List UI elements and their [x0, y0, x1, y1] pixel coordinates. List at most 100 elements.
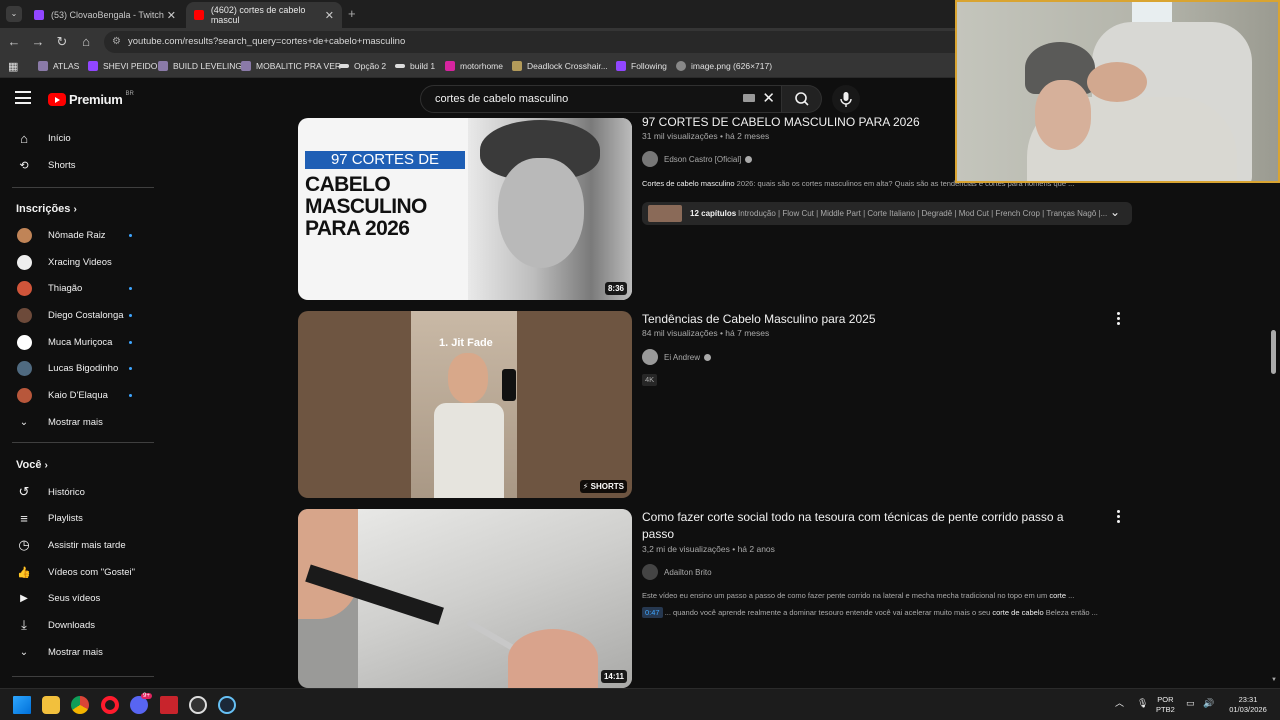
video-icon: ▶: [20, 592, 28, 604]
clock-icon: ◷: [18, 537, 30, 552]
video-title[interactable]: Como fazer corte social todo na tesoura …: [642, 509, 1092, 543]
subscriptions-heading[interactable]: Inscrições ›: [16, 203, 77, 215]
tab-search-button[interactable]: ⌄: [6, 6, 22, 22]
bookmark-shevi[interactable]: SHEVI PEIDO: [88, 61, 157, 71]
new-tab-button[interactable]: +: [348, 6, 356, 21]
tab-twitch[interactable]: (53) ClovaoBengala - Twitch ✕: [26, 2, 184, 28]
bookmark-deadlock[interactable]: Deadlock Crosshair...: [512, 61, 608, 71]
obs-icon[interactable]: [189, 696, 207, 714]
channel-link[interactable]: Edson Castro [Oficial]: [642, 151, 753, 167]
search-button[interactable]: [782, 85, 822, 113]
search-icon: [795, 92, 809, 106]
quality-badge: 4K: [642, 374, 658, 386]
keyboard-icon[interactable]: [743, 94, 755, 102]
network-icon[interactable]: ▭: [1186, 698, 1195, 708]
sidebar-item-liked[interactable]: 👍 Vídeos com "Gostei": [0, 559, 155, 585]
clear-search-icon[interactable]: ✕: [762, 89, 775, 107]
chapter-thumbnail: [648, 205, 682, 222]
chevron-down-icon: ⌄: [19, 646, 29, 658]
url-field[interactable]: ⚙ youtube.com/results?search_query=corte…: [104, 31, 974, 53]
sidebar-item-subscription[interactable]: Muca Muriçoca: [0, 329, 155, 355]
divider: [12, 187, 154, 188]
steam-icon[interactable]: [218, 696, 236, 714]
site-info-icon[interactable]: ⚙: [112, 31, 121, 53]
channel-link[interactable]: Adailton Brito: [642, 564, 712, 580]
avatar: [16, 254, 32, 270]
tab-title: (53) ClovaoBengala - Twitch: [51, 10, 164, 20]
channel-link[interactable]: Ei Andrew: [642, 349, 712, 365]
country-code: BR: [125, 90, 134, 97]
thumbs-up-icon: 👍: [17, 566, 31, 579]
reload-icon[interactable]: ↻: [54, 34, 70, 50]
sidebar-item-subscription[interactable]: Thiagão: [0, 275, 155, 301]
video-thumbnail[interactable]: 97 CORTES DE CABELO MASCULINO PARA 2026 …: [298, 118, 632, 300]
back-icon[interactable]: ←: [6, 34, 22, 49]
close-icon[interactable]: ✕: [167, 9, 176, 22]
sidebar-item-your-videos[interactable]: ▶ Seus vídeos: [0, 585, 155, 611]
bookmark-motorhome[interactable]: motorhome: [445, 61, 503, 71]
video-title[interactable]: Tendências de Cabelo Masculino para 2025: [642, 311, 1092, 328]
apps-icon[interactable]: ▦: [8, 60, 18, 73]
sidebar-item-show-more[interactable]: ⌄ Mostrar mais: [0, 639, 155, 665]
timestamp-link[interactable]: 0:47: [642, 607, 663, 618]
more-options-icon[interactable]: [1114, 312, 1122, 327]
windows-start-icon[interactable]: [13, 696, 31, 714]
close-icon[interactable]: ✕: [325, 9, 334, 22]
more-options-icon[interactable]: [1114, 510, 1122, 525]
avatar: [16, 280, 32, 296]
thumb-tank-top: [434, 403, 504, 498]
video-thumbnail[interactable]: 1. Jit Fade ⚡ SHORTS: [298, 311, 632, 498]
microphone-icon[interactable]: 🎙: [1137, 698, 1148, 708]
new-content-dot: [129, 313, 132, 317]
sidebar-item-downloads[interactable]: ⤓ Downloads: [0, 612, 155, 638]
shorts-badge: ⚡ SHORTS: [579, 480, 627, 493]
bookmark-build-1[interactable]: build 1: [395, 61, 435, 71]
history-icon: ↺: [18, 484, 30, 499]
bookmark-image[interactable]: image.png (626×717): [676, 61, 772, 71]
shorts-icon: ⚡: [582, 482, 589, 491]
voice-search-button[interactable]: [832, 85, 860, 113]
chapters-bar[interactable]: 12 capítulos Introdução | Flow Cut | Mid…: [642, 202, 1132, 225]
video-meta: 84 mil visualizações • há 7 meses: [642, 328, 770, 338]
forward-icon[interactable]: →: [30, 34, 46, 49]
thumb-caption: 1. Jit Fade: [439, 337, 493, 349]
sidebar-item-subscription[interactable]: Diego Costalonga: [0, 302, 155, 328]
language-indicator[interactable]: POR PTB2: [1156, 695, 1175, 715]
bookmark-build-leveling[interactable]: BUILD LEVELING: [158, 61, 242, 71]
youtube-icon: [194, 10, 204, 20]
volume-icon[interactable]: 🔊: [1203, 698, 1214, 708]
chevron-down-icon[interactable]: ⌄: [1110, 205, 1120, 219]
sidebar-item-subscription[interactable]: Lucas Bigodinho: [0, 355, 155, 381]
sidebar-item-historico[interactable]: ↺ Histórico: [0, 479, 155, 505]
bookmark-atlas[interactable]: ATLAS: [38, 61, 79, 71]
search-input[interactable]: cortes de cabelo masculino ✕: [420, 85, 782, 113]
windows-taskbar: 9+ ︿ 🎙 POR PTB2 ▭ 🔊 23:31 01/03/2026: [0, 688, 1280, 720]
page-scrollbar[interactable]: [1271, 330, 1276, 374]
opera-icon[interactable]: [101, 696, 119, 714]
you-heading[interactable]: Você ›: [16, 459, 48, 471]
sidebar-item-playlists[interactable]: ≡ Playlists: [0, 505, 155, 531]
sidebar-item-subscription[interactable]: Nômade Raiz: [0, 222, 155, 248]
bookmark-mobalitic[interactable]: MOBALITIC PRA VER: [241, 61, 341, 71]
video-thumbnail[interactable]: 14:11: [298, 509, 632, 688]
file-explorer-icon[interactable]: [42, 696, 60, 714]
tab-youtube[interactable]: (4602) cortes de cabelo mascul ✕: [186, 2, 342, 28]
sidebar-item-shorts[interactable]: ⟲ Shorts: [0, 152, 155, 178]
clock[interactable]: 23:31 01/03/2026: [1224, 695, 1272, 715]
chrome-icon[interactable]: [71, 696, 89, 714]
bookmark-following[interactable]: Following: [616, 61, 667, 71]
home-icon[interactable]: ⌂: [78, 34, 94, 49]
sidebar-item-watch-later[interactable]: ◷ Assistir mais tarde: [0, 532, 155, 558]
youtube-logo[interactable]: Premium BR: [48, 90, 134, 107]
notification-badge: 9+: [141, 693, 152, 699]
bookmark-opcao-2[interactable]: Opção 2: [339, 61, 386, 71]
scroll-down-arrow[interactable]: ▼: [1271, 677, 1277, 683]
avatar: [16, 334, 32, 350]
sidebar-item-subscription[interactable]: Kaio D'Elaqua: [0, 382, 155, 408]
app-icon[interactable]: [160, 696, 178, 714]
sidebar-item-show-more[interactable]: ⌄ Mostrar mais: [0, 409, 155, 435]
sidebar-item-inicio[interactable]: ⌂ Início: [0, 125, 155, 151]
hamburger-menu-icon[interactable]: [15, 91, 31, 108]
sidebar-item-subscription[interactable]: Xracing Videos: [0, 249, 155, 275]
tray-chevron-icon[interactable]: ︿: [1115, 698, 1124, 708]
